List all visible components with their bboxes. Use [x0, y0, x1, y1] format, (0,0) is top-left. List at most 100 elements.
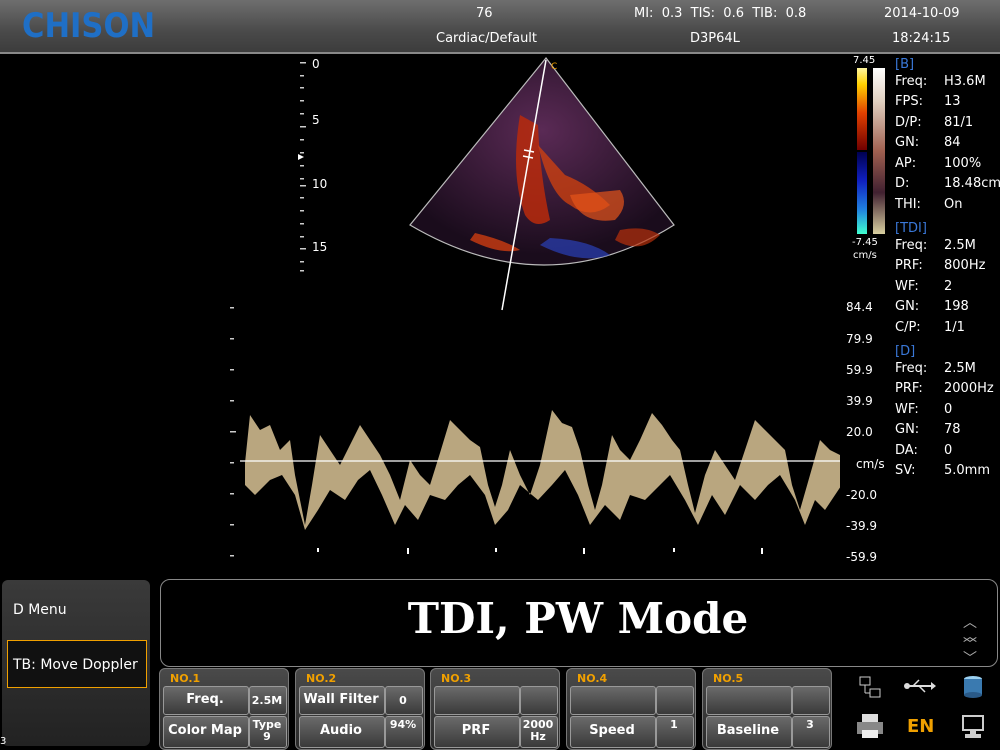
knob-bottom-label: Color Map	[168, 723, 242, 738]
exam-time: 18:24:15	[892, 31, 951, 46]
param-section-label: [B]	[895, 57, 915, 72]
knob-top-label: Freq.	[186, 692, 224, 707]
velocity-label: 59.9	[846, 363, 873, 377]
colorbar-max: 7.45	[853, 55, 876, 66]
param-row: PRF: 800Hz	[895, 258, 999, 278]
knob-number: NO.1	[170, 672, 201, 685]
param-row: WF: 0	[895, 402, 999, 422]
param-row: C/P: 1/1	[895, 320, 999, 340]
knob-panel-5[interactable]: NO.5 Baseline 3	[702, 668, 832, 750]
knob-top-value-box[interactable]	[520, 686, 558, 715]
page-down-icon[interactable]: ﹀ ﹀	[963, 638, 977, 666]
ultrasound-image[interactable]: C	[220, 55, 840, 565]
focus-marker: C	[551, 62, 557, 72]
network-icon[interactable]	[855, 674, 885, 705]
knob-bottom-value: 2000Hz	[522, 718, 554, 743]
param-label: AP:	[895, 155, 917, 171]
tissue-map-bar	[873, 68, 885, 234]
velocity-label: 79.9	[846, 332, 873, 346]
param-row: PRF: 2000Hz	[895, 381, 999, 401]
color-velocity-bar-negative	[857, 152, 867, 234]
knob-top-value-box[interactable]	[792, 686, 830, 715]
param-label: Freq:	[895, 73, 928, 89]
velocity-label: -20.0	[846, 488, 878, 502]
spectral-left-ticks	[230, 307, 236, 557]
brand-logo: CHISON	[22, 6, 156, 46]
param-value: 198	[944, 299, 969, 314]
param-label: THI:	[895, 196, 921, 212]
knob-top-button[interactable]	[706, 686, 792, 715]
param-row: Freq: 2.5M	[895, 238, 999, 258]
param-label: D:	[895, 176, 910, 191]
param-label: GN:	[895, 422, 920, 437]
knob-number: NO.2	[306, 672, 337, 685]
velocity-label: 20.0	[846, 425, 873, 439]
param-label: GN:	[895, 299, 920, 314]
param-row: SV: 5.0mm	[895, 463, 999, 483]
param-label: PRF:	[895, 381, 923, 396]
velocity-label: -59.9	[846, 550, 878, 564]
printer-icon[interactable]	[855, 712, 885, 745]
knob-bottom-label: Speed	[589, 723, 635, 738]
param-label: GN:	[895, 135, 920, 150]
knob-bottom-value: 3	[806, 718, 814, 731]
knob-panel-4[interactable]: NO.4 Speed 1	[566, 668, 696, 750]
param-row: GN: 78	[895, 422, 999, 442]
velocity-unit: cm/s	[856, 457, 885, 471]
param-value: 84	[944, 135, 961, 150]
velocity-label: 84.4	[846, 300, 873, 314]
storage-icon[interactable]	[958, 674, 988, 705]
colorbar-min: -7.45	[852, 237, 878, 248]
param-row: DA: 0	[895, 443, 999, 463]
knob-panel-2[interactable]: NO.2 Wall Filter 0 Audio 94%	[295, 668, 425, 750]
param-row: THI: On	[895, 197, 999, 217]
knob-bottom-label: Baseline	[716, 723, 780, 738]
corner-label: 3	[0, 736, 7, 747]
color-velocity-bar-positive	[857, 68, 867, 150]
param-value: 2.5M	[944, 237, 976, 253]
param-value: 2	[944, 278, 953, 294]
knob-top-button[interactable]	[570, 686, 656, 715]
velocity-label: 39.9	[846, 394, 873, 408]
knob-top-button[interactable]	[434, 686, 520, 715]
param-row: D/P: 81/1	[895, 115, 999, 135]
language-icon[interactable]: EN	[907, 716, 934, 737]
acoustic-indices: MI: 0.3 TIS: 0.6 TIB: 0.8	[634, 6, 807, 21]
d-menu-item[interactable]: D Menu	[13, 602, 67, 618]
colorbar-unit: cm/s	[853, 250, 877, 261]
param-label: DA:	[895, 442, 918, 458]
velocity-label: -39.9	[846, 519, 878, 533]
param-label: WF:	[895, 278, 919, 294]
param-row: AP: 100%	[895, 156, 999, 176]
param-label: Freq:	[895, 360, 928, 376]
param-label: Freq:	[895, 237, 928, 253]
knob-top-value-box[interactable]	[656, 686, 694, 715]
param-section-label: [D]	[895, 344, 916, 359]
param-label: FPS:	[895, 94, 923, 109]
param-row: GN: 84	[895, 135, 999, 155]
param-row: D: 18.48cm	[895, 176, 1000, 196]
depth-label-5: 5	[312, 113, 320, 127]
param-value: 0	[944, 442, 953, 458]
computer-icon[interactable]	[958, 714, 988, 745]
param-label: D/P:	[895, 114, 922, 130]
knob-top-label: Wall Filter	[303, 692, 379, 707]
knob-bottom-value: Type9	[252, 718, 282, 743]
knob-panel-3[interactable]: NO.3 PRF 2000Hz	[430, 668, 560, 750]
depth-ticks	[298, 62, 306, 272]
param-value: 78	[944, 422, 961, 437]
param-value: 100%	[944, 155, 982, 171]
usb-icon[interactable]	[903, 676, 937, 701]
param-section: [TDI]	[895, 217, 999, 237]
knob-panel-1[interactable]: NO.1 Freq. 2.5M Color Map Type9	[159, 668, 289, 750]
param-value: 18.48cm	[944, 176, 1000, 191]
depth-label-15: 15	[312, 240, 328, 254]
knob-bottom-value: 94%	[389, 718, 417, 731]
param-value: 5.0mm	[944, 463, 991, 478]
depth-label-0: 0	[312, 57, 320, 71]
trackball-move-doppler[interactable]: TB: Move Doppler	[13, 657, 138, 673]
knob-top-value: 2.5M	[251, 694, 283, 707]
param-row: FPS: 13	[895, 94, 999, 114]
param-value: 81/1	[944, 114, 974, 130]
param-section: [D]	[895, 340, 999, 360]
